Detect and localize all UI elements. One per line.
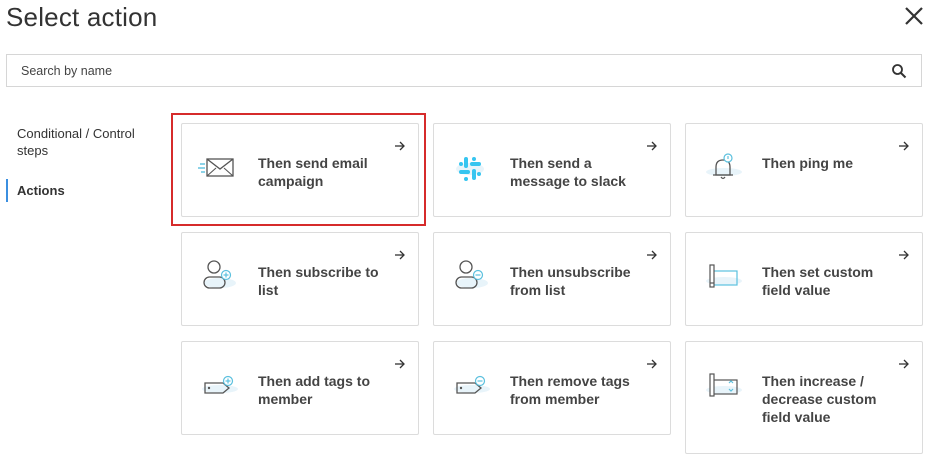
tag-add-icon <box>202 375 238 394</box>
action-card-ping-me[interactable]: Then ping me <box>685 123 923 217</box>
action-card-unsubscribe-from-list[interactable]: Then unsubscribe from list <box>433 232 671 326</box>
arrow-right-icon <box>899 250 909 260</box>
arrow-right-icon <box>395 141 405 151</box>
action-card-label: Then unsubscribe from list <box>510 264 631 298</box>
custom-field-icon <box>706 264 742 288</box>
sidebar-item-conditional-control[interactable]: Conditional / Control steps <box>6 122 156 162</box>
action-card-label: Then ping me <box>762 155 853 171</box>
action-card-label: Then send a message to slack <box>510 155 626 189</box>
action-card-set-custom-field[interactable]: Then set custom field value <box>685 232 923 326</box>
action-card-label: Then increase / decrease custom field va… <box>762 373 877 425</box>
action-card-subscribe-to-list[interactable]: Then subscribe to list <box>181 232 419 326</box>
search-box <box>6 54 922 87</box>
arrow-right-icon <box>899 359 909 369</box>
user-remove-icon <box>455 260 488 289</box>
sidebar: Conditional / Control steps Actions <box>6 122 156 202</box>
slack-icon <box>456 157 484 181</box>
action-card-send-email-campaign[interactable]: Then send email campaign <box>181 123 419 217</box>
custom-field-adjust-icon <box>706 373 742 397</box>
search-input[interactable] <box>21 55 881 86</box>
action-card-label: Then set custom field value <box>762 264 874 298</box>
action-card-adjust-custom-field[interactable]: Then increase / decrease custom field va… <box>685 341 923 454</box>
envelope-icon <box>198 158 234 177</box>
search-icon[interactable] <box>891 63 907 79</box>
sidebar-item-actions[interactable]: Actions <box>6 179 156 202</box>
arrow-right-icon <box>395 250 405 260</box>
arrow-right-icon <box>647 141 657 151</box>
action-card-label: Then remove tags from member <box>510 373 630 407</box>
page-title: Select action <box>6 2 158 32</box>
action-card-label: Then add tags to member <box>258 373 370 407</box>
action-card-remove-tags[interactable]: Then remove tags from member <box>433 341 671 435</box>
action-card-send-slack-message[interactable]: Then send a message to slack <box>433 123 671 217</box>
arrow-right-icon <box>899 141 909 151</box>
arrow-right-icon <box>647 359 657 369</box>
arrow-right-icon <box>395 359 405 369</box>
close-icon[interactable] <box>900 2 928 30</box>
user-add-icon <box>203 260 236 289</box>
action-card-add-tags[interactable]: Then add tags to member <box>181 341 419 435</box>
bell-icon <box>706 153 742 180</box>
action-card-label: Then subscribe to list <box>258 264 379 298</box>
action-card-label: Then send email campaign <box>258 155 368 189</box>
arrow-right-icon <box>647 250 657 260</box>
tag-remove-icon <box>454 375 490 394</box>
